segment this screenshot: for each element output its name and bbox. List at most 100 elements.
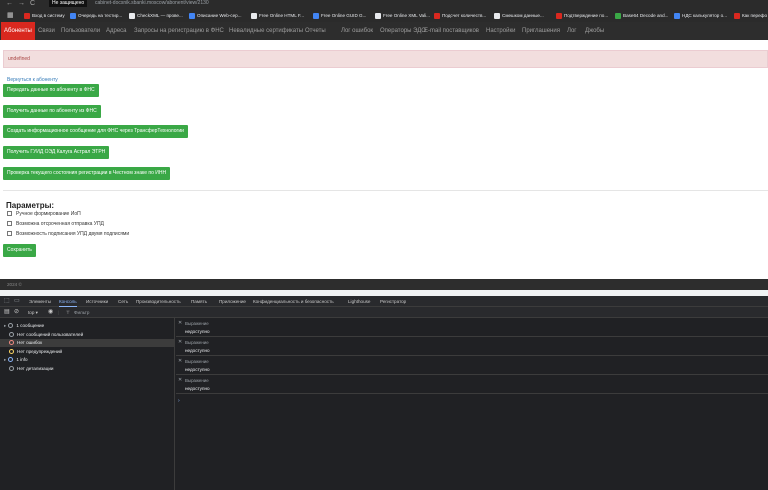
context-select[interactable]: top ▾ [28,307,38,318]
option-manual-iop[interactable]: Ручное формирование ИоП [7,211,81,218]
bookmark-item[interactable]: Base64 Decode and... [615,9,668,22]
expand-icon[interactable]: ▸ [4,357,6,362]
list-icon [8,323,14,329]
checkbox[interactable] [7,221,12,227]
reload-icon[interactable]: C [30,0,35,7]
toolbar-separator: | [58,310,60,315]
get-from-fns-button[interactable]: Получить данные по абоненту из ФНС [3,105,101,118]
expression-value: недоступно [185,386,210,391]
params-title: Параметры: [6,201,55,210]
apps-icon[interactable]: ▦ [7,9,14,22]
expression-label[interactable]: Выражение [185,340,209,345]
not-secure-badge[interactable]: Не защищено [49,0,88,7]
devtools-tab[interactable]: Приложение [219,296,246,307]
bookmark-item[interactable]: Подтверждение по... [556,9,608,22]
back-to-subscriber-link[interactable]: Вернуться к абоненту [7,77,58,83]
get-guid-button[interactable]: Получить ГУИД ОЭД Калуга Астрал ЭТРН [3,146,110,159]
sidebar-toggle-icon[interactable]: ▤ [4,307,10,318]
back-icon[interactable]: ← [6,0,13,7]
console-sidebar-label: Нет ошибок [17,340,43,345]
nav-item[interactable]: Операторы ЭДО [380,22,426,40]
bookmark-item[interactable]: Вход в систему [24,9,65,22]
console-panel: ✕ Выражение недоступно ✕ Выражение недоступно… [176,318,768,490]
devtools-tab[interactable]: Источники [86,296,108,307]
devtools-tab[interactable]: Регистратор [380,296,406,307]
bookmarks-bar: ▦ Вход в систему Очередь на тестир... Chec… [0,9,768,22]
option-deferred-upd[interactable]: Возможна отсроченная отправка УПД [7,221,104,228]
live-expression: ✕ Выражение недоступно [176,356,768,375]
bookmark-item[interactable]: CheckXML — прове... [129,9,183,22]
clear-console-icon[interactable]: ⊘ [14,307,19,318]
nav-item[interactable]: Приглашения [522,22,560,40]
console-sidebar-item[interactable]: ▸ 1 сообщение [0,322,175,330]
expand-icon[interactable]: ▸ [4,323,6,328]
option-double-signature[interactable]: Возможность подписания УПД двумя подпися… [7,231,129,238]
create-info-message-button[interactable]: Создать информационное сообщение для ФНС… [3,125,188,138]
checkbox[interactable] [7,231,12,237]
bookmark-item[interactable]: Free Online HTML F... [251,9,304,22]
forward-icon[interactable]: → [18,0,25,7]
bookmark-item[interactable]: Как перефо [734,9,767,22]
bookmark-label: Free Online GUID G... [321,13,367,18]
bookmark-item[interactable]: НДС калькулятор о... [674,9,727,22]
bookmark-item[interactable]: Очередь на тестир... [70,9,122,22]
bookmark-item[interactable]: Подсчет количеств... [434,9,486,22]
expression-value: недоступно [185,367,210,372]
nav-item[interactable]: Настройки [486,22,515,40]
bookmark-item[interactable]: Free Online GUID G... [313,9,366,22]
close-icon[interactable]: ✕ [178,377,182,383]
nav-item[interactable]: Джобы [585,22,604,40]
console-sidebar-item[interactable]: Нет предупреждений [0,348,175,356]
url-text[interactable]: cabinet-docsnik.sbanki.moscow/abonent/vi… [95,0,209,7]
expression-label[interactable]: Выражение [185,378,209,383]
nav-item[interactable]: E-mail поставщиков [424,22,479,40]
filter-input[interactable]: Фильтр [74,307,89,318]
nav-item[interactable]: Отчеты [305,22,326,40]
close-icon[interactable]: ✕ [178,320,182,326]
bookmark-favicon-icon [251,12,257,19]
page-content: undefined Вернуться к абоненту Передать … [0,40,768,279]
send-to-fns-button[interactable]: Передать данные по абоненту в ФНС [3,84,99,97]
eye-icon[interactable]: ◉ [48,307,53,318]
filter-icon: ⊤ [66,310,71,315]
console-sidebar-item[interactable]: Нет ошибок [0,339,175,347]
nav-item[interactable]: Связи [38,22,55,40]
devtools-tab[interactable]: Элементы [29,296,51,307]
nav-item[interactable]: Пользователи [61,22,100,40]
nav-item[interactable]: Лог ошибок [341,22,373,40]
bookmark-item[interactable]: Смешком данные... [494,9,544,22]
nav-item[interactable]: Лог [567,22,576,40]
console-prompt[interactable]: › [178,398,180,404]
close-icon[interactable]: ✕ [178,358,182,364]
check-registration-button[interactable]: Проверка текущего состояния регистрации … [3,167,171,180]
devtools-tab[interactable]: Память [191,296,207,307]
console-sidebar-item[interactable]: ▸ 1 info [0,356,175,364]
nav-item[interactable]: Абоненты [1,22,35,40]
console-sidebar-item[interactable]: Нет детализации [0,365,175,373]
nav-item[interactable]: Адреса [106,22,127,40]
devtools-tab[interactable]: Конфиденциальность и безопасность [253,296,334,307]
close-icon[interactable]: ✕ [178,339,182,345]
devtools-tab[interactable]: Lighthouse [348,296,370,307]
bookmark-favicon-icon [313,12,319,19]
devtools-tab[interactable]: Сеть [118,296,128,307]
console-sidebar-item[interactable]: Нет сообщений пользователей [0,331,175,339]
console-sidebar-label: 1 сообщение [16,323,45,328]
nav-item[interactable]: Запросы на регистрацию в ФНС [134,22,224,40]
device-toggle-icon[interactable]: ▭ [14,296,20,307]
inspect-icon[interactable]: ⬚ [4,296,10,307]
devtools-tab[interactable]: Консоль [59,296,77,307]
bookmark-favicon-icon [674,12,680,19]
devtools-tab[interactable]: Производительность [136,296,181,307]
nav-item[interactable]: Невалидные сертификаты [229,22,303,40]
bookmark-favicon-icon [494,12,500,19]
bookmark-item[interactable]: Free Online XML Vali... [375,9,430,22]
live-expression: ✕ Выражение недоступно [176,375,768,394]
checkbox[interactable] [7,211,12,217]
bookmark-item[interactable]: Описание Web-сер... [189,9,242,22]
console-sidebar-label: Нет предупреждений [17,349,63,354]
info-icon [8,357,14,363]
save-button[interactable]: Сохранить [3,244,36,257]
expression-label[interactable]: Выражение [185,321,209,326]
expression-label[interactable]: Выражение [185,359,209,364]
